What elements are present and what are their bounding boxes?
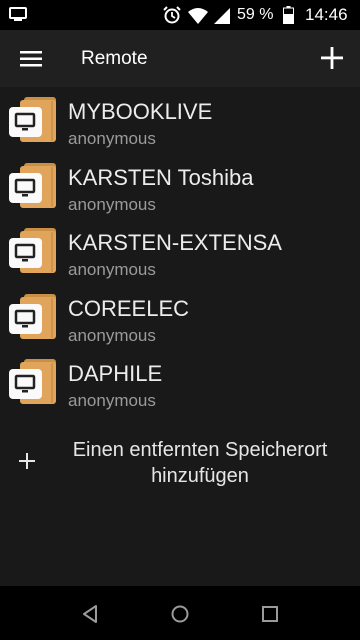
plus-icon: [18, 452, 36, 475]
clock: 14:46: [305, 5, 348, 24]
add-button[interactable]: [318, 44, 346, 72]
alarm-icon: [163, 6, 181, 29]
status-bar: 59 % 14:46: [0, 0, 360, 30]
location-user: anonymous: [68, 391, 156, 410]
hamburger-menu-icon: [20, 51, 42, 67]
wifi-icon: [187, 7, 209, 29]
network-folder-icon: [8, 162, 60, 216]
network-folder-icon: [8, 97, 60, 150]
signal-icon: [214, 8, 231, 29]
back-triangle-icon: [83, 605, 97, 623]
location-name: MYBOOKLIVE: [68, 99, 213, 124]
recents-square-icon: [262, 606, 278, 622]
home-button[interactable]: [168, 602, 192, 626]
remote-location-item[interactable]: KARSTEN Toshiba anonymous: [0, 153, 360, 219]
remote-location-item[interactable]: COREELEC anonymous: [0, 284, 360, 350]
remote-location-item[interactable]: DAPHILE anonymous: [0, 349, 360, 415]
network-folder-icon: [8, 228, 60, 281]
home-circle-icon: [171, 605, 189, 623]
plus-icon: [321, 47, 343, 69]
network-folder-icon: [8, 359, 60, 412]
location-user: anonymous: [68, 260, 156, 279]
remote-location-item[interactable]: KARSTEN-EXTENSA anonymous: [0, 218, 360, 284]
location-name: DAPHILE: [68, 361, 163, 386]
screen-cast-icon: [9, 7, 27, 26]
battery-icon: [283, 6, 294, 29]
location-user: anonymous: [68, 325, 156, 345]
menu-button[interactable]: [16, 45, 46, 73]
network-folder-icon: [8, 293, 60, 347]
battery-percent: 59 %: [237, 6, 274, 23]
back-button[interactable]: [78, 602, 102, 626]
location-user: anonymous: [68, 129, 156, 148]
location-name: KARSTEN-EXTENSA: [68, 230, 282, 255]
remote-location-list: MYBOOKLIVE anonymous KARSTEN Toshiba ano…: [0, 87, 360, 415]
add-remote-location-label: Einen entfernten Speicherort hinzufügen: [40, 437, 360, 489]
remote-location-item[interactable]: MYBOOKLIVE anonymous: [0, 87, 360, 153]
add-remote-location-line1: Einen entfernten Speicherort: [72, 439, 328, 461]
location-name: KARSTEN Toshiba: [68, 164, 254, 190]
add-remote-location-button[interactable]: Einen entfernten Speicherort hinzufügen: [0, 434, 360, 494]
page-title: Remote: [81, 48, 148, 69]
location-name: COREELEC: [68, 295, 190, 321]
app-bar: Remote: [0, 30, 360, 87]
location-user: anonymous: [68, 194, 156, 214]
system-nav-bar: [0, 586, 360, 640]
add-remote-location-line2: hinzufügen: [151, 465, 249, 487]
recents-button[interactable]: [258, 602, 282, 626]
